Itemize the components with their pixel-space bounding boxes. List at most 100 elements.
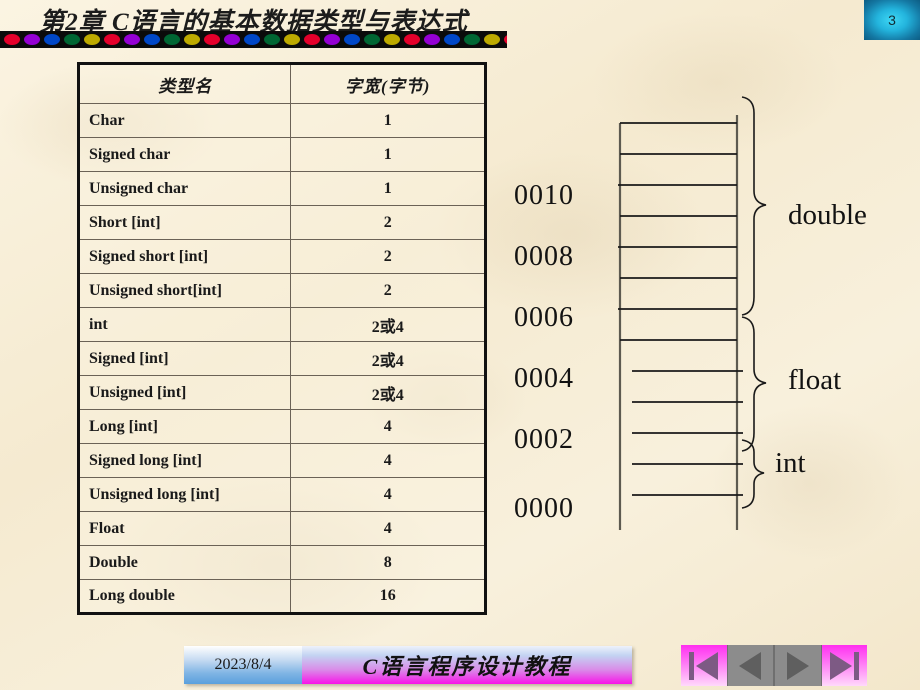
table-row: Long [int] 4 — [77, 409, 486, 444]
title-decorative-rule — [0, 31, 507, 48]
triangle-right-icon — [786, 651, 809, 680]
table-row: Short [int] 2 — [77, 205, 486, 240]
page-number-badge: 3 — [864, 0, 920, 40]
table-row: Long double 16 — [77, 579, 486, 614]
table-row: Char 1 — [77, 103, 486, 138]
cell-type-name: Long [int] — [77, 409, 292, 444]
memory-address-label: 0006 — [514, 302, 574, 333]
cell-byte-width: 1 — [290, 103, 486, 138]
table-row: Unsigned char 1 — [77, 171, 486, 206]
previous-slide-button[interactable] — [726, 645, 774, 686]
slide-title-block: 第2章 C语言的基本数据类型与表达式 — [0, 0, 507, 48]
cell-byte-width: 4 — [290, 443, 486, 478]
memory-address-label: 0000 — [514, 493, 574, 524]
cell-byte-width: 2或4 — [290, 341, 486, 376]
cell-byte-width: 4 — [290, 477, 486, 512]
memory-address-label: 0010 — [514, 180, 574, 211]
rule-dot — [44, 34, 60, 45]
rule-dot — [244, 34, 260, 45]
rule-dot — [484, 34, 500, 45]
table-header-row: 类型名 字宽(字节) — [77, 63, 486, 104]
cell-type-name: Signed short [int] — [77, 239, 292, 274]
cell-type-name: Long double — [77, 579, 292, 614]
cell-byte-width: 1 — [290, 171, 486, 206]
rule-dot — [364, 34, 380, 45]
cell-byte-width: 2 — [290, 239, 486, 274]
cell-type-name: Char — [77, 103, 292, 138]
memory-cell-grid — [618, 115, 743, 530]
rule-dot — [424, 34, 440, 45]
rule-dot — [384, 34, 400, 45]
rule-dot — [24, 34, 40, 45]
rule-dot — [144, 34, 160, 45]
rule-dot — [184, 34, 200, 45]
triangle-left-icon — [696, 651, 719, 680]
memory-layout-diagram: 0010 0008 0006 0004 0002 0000 double flo… — [500, 85, 920, 545]
table-row: int 2或4 — [77, 307, 486, 342]
table-row: Signed long [int] 4 — [77, 443, 486, 478]
memory-address-label: 0008 — [514, 241, 574, 272]
cell-byte-width: 8 — [290, 545, 486, 580]
table-header: 类型名 字宽(字节) — [77, 63, 486, 104]
cell-type-name: Signed char — [77, 137, 292, 172]
last-slide-button[interactable] — [821, 645, 867, 686]
rule-dot — [304, 34, 320, 45]
memory-address-label: 0002 — [514, 424, 574, 455]
rule-dot — [224, 34, 240, 45]
cell-byte-width: 4 — [290, 511, 486, 546]
rule-dot — [464, 34, 480, 45]
rule-dot — [344, 34, 360, 45]
cell-byte-width: 2或4 — [290, 375, 486, 410]
footer-date: 2023/8/4 — [184, 646, 302, 684]
memory-address-label: 0004 — [514, 363, 574, 394]
memory-type-label-int: int — [775, 447, 806, 479]
table-row: Unsigned [int] 2或4 — [77, 375, 486, 410]
cell-type-name: Unsigned short[int] — [77, 273, 292, 308]
rule-dot — [104, 34, 120, 45]
memory-type-label-double: double — [788, 199, 867, 231]
cell-type-name: int — [77, 307, 292, 342]
cell-type-name: Unsigned [int] — [77, 375, 292, 410]
bar-icon — [853, 651, 859, 680]
table-row: Unsigned short[int] 2 — [77, 273, 486, 308]
rule-dot — [164, 34, 180, 45]
brace-float — [741, 316, 767, 452]
table-row: Signed [int] 2或4 — [77, 341, 486, 376]
cell-byte-width: 2 — [290, 273, 486, 308]
table-row: Signed char 1 — [77, 137, 486, 172]
table-row: Unsigned long [int] 4 — [77, 477, 486, 512]
cell-byte-width: 2 — [290, 205, 486, 240]
cell-byte-width: 4 — [290, 409, 486, 444]
table-row: Float 4 — [77, 511, 486, 546]
cell-type-name: Signed [int] — [77, 341, 292, 376]
triangle-right-icon — [829, 651, 852, 680]
rule-dot — [444, 34, 460, 45]
rule-dot — [264, 34, 280, 45]
next-slide-button[interactable] — [774, 645, 822, 686]
cell-byte-width: 2或4 — [290, 307, 486, 342]
footer-subject-title: C语言程序设计教程 — [302, 646, 632, 684]
cell-type-name: Unsigned long [int] — [77, 477, 292, 512]
first-slide-button[interactable] — [681, 645, 727, 686]
cell-type-name: Float — [77, 511, 292, 546]
cell-byte-width: 1 — [290, 137, 486, 172]
slide-footer: 2023/8/4 C语言程序设计教程 — [184, 646, 632, 684]
rule-dot — [64, 34, 80, 45]
slide-navigation-controls[interactable] — [681, 645, 867, 686]
rule-dot — [504, 34, 507, 45]
memory-type-label-float: float — [788, 364, 842, 396]
triangle-left-icon — [739, 651, 762, 680]
rule-dot — [404, 34, 420, 45]
rule-dot — [324, 34, 340, 45]
bar-icon — [689, 651, 695, 680]
table-row: Signed short [int] 2 — [77, 239, 486, 274]
rule-dot — [4, 34, 20, 45]
cell-type-name: Signed long [int] — [77, 443, 292, 478]
table-body: Char 1 Signed char 1 Unsigned char 1 Short [in… — [77, 103, 486, 614]
cell-type-name: Short [int] — [77, 205, 292, 240]
rule-dot — [124, 34, 140, 45]
data-types-table: 类型名 字宽(字节) Char 1 Signed char 1 Unsigned cha… — [77, 62, 487, 615]
presentation-slide: 第2章 C语言的基本数据类型与表达式 3 类型名 字宽(字节) Char 1 Sig… — [0, 0, 920, 690]
column-header-type-name: 类型名 — [77, 63, 292, 104]
column-header-byte-width: 字宽(字节) — [290, 63, 486, 104]
